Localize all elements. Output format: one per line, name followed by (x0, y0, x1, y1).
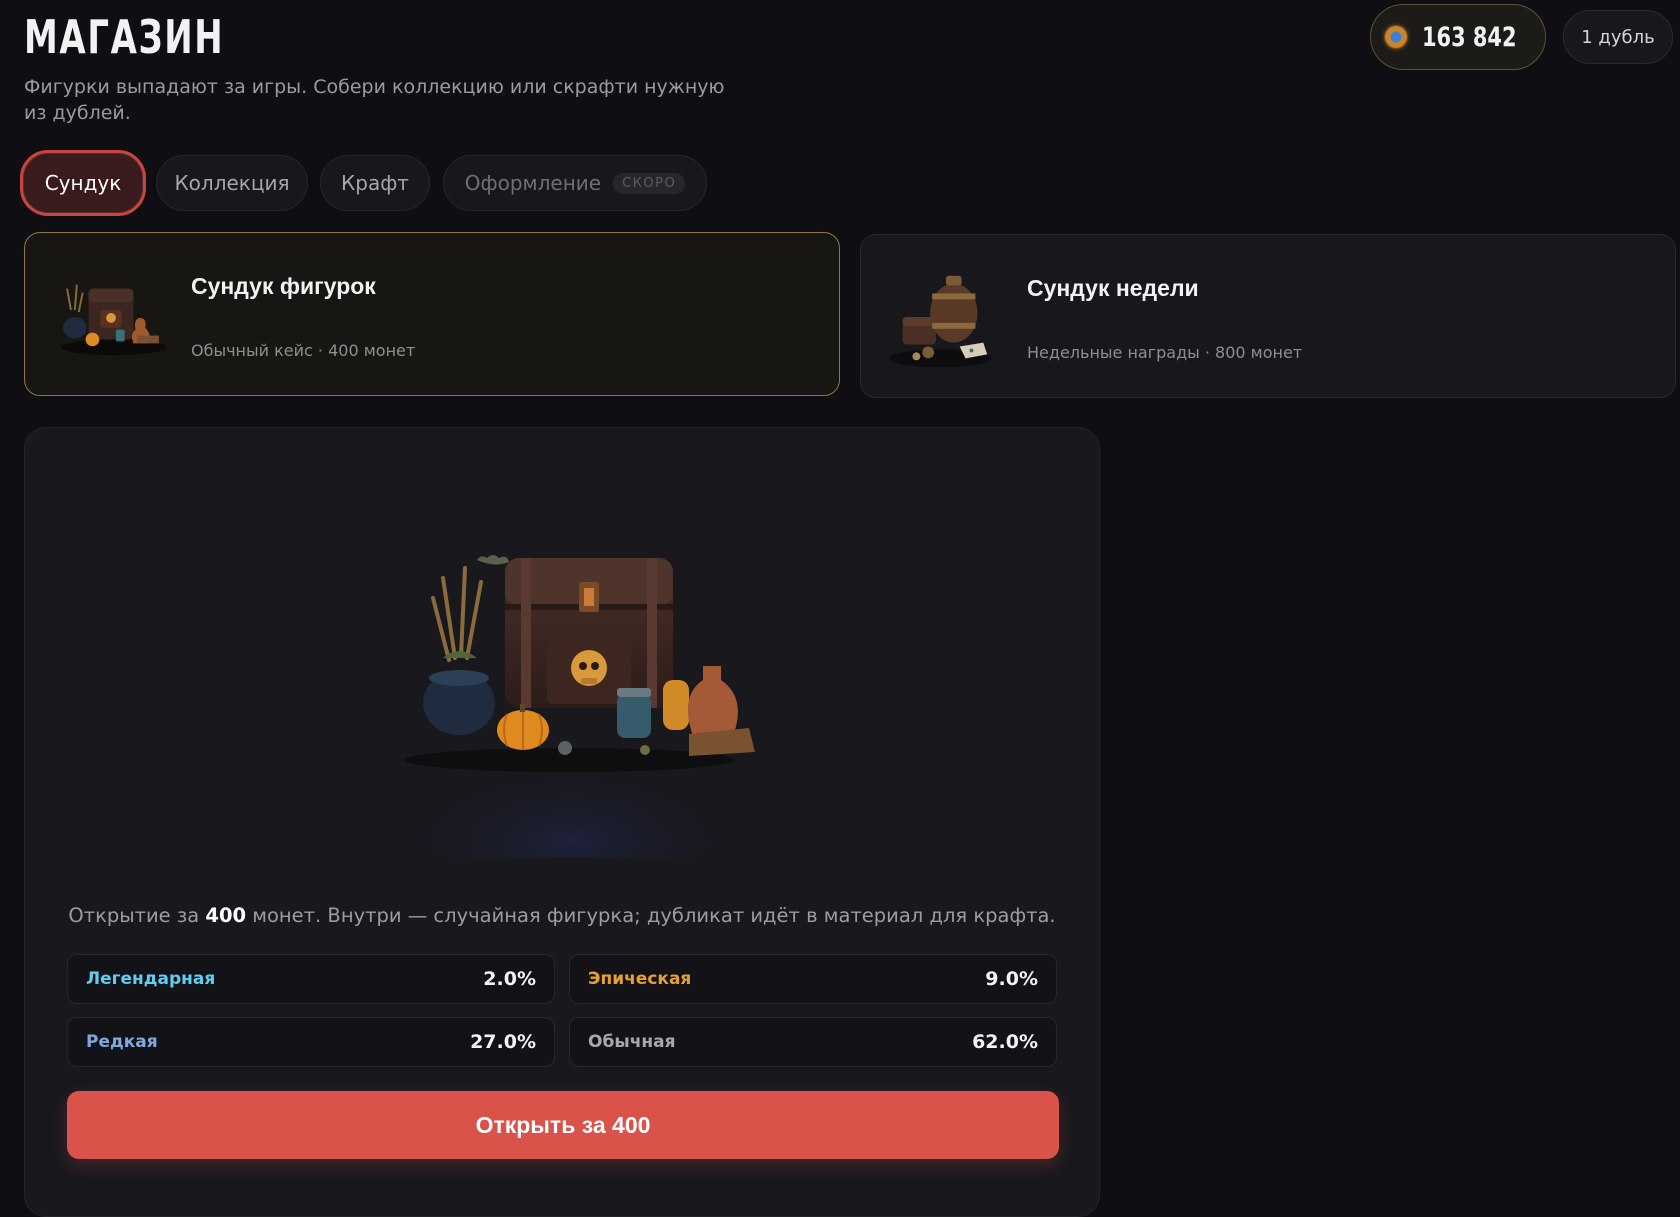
rarity-label: Обычная (588, 1032, 676, 1052)
case-name: Сундук фигурок (191, 273, 376, 299)
tab-chest[interactable]: Сундук (20, 150, 146, 216)
coin-icon (1384, 25, 1409, 49)
treasure-chest-icon (61, 284, 167, 356)
desc-price: 400 (205, 904, 247, 927)
rarity-label: Эпическая (588, 969, 692, 989)
case-meta: Недельные награды · 800 монет (1027, 343, 1303, 362)
treasure-chest-illustration (370, 555, 770, 858)
case-meta: Обычный кейс · 400 монет (191, 341, 416, 360)
page-subtitle: Фигурки выпадают за игры. Собери коллекц… (24, 76, 725, 124)
chest-description: Открытие за 400 монет. Внутри — случайна… (25, 904, 1099, 927)
tab-appearance-label: Оформление (464, 171, 602, 195)
case-name: Сундук недели (1027, 275, 1199, 301)
desc-suffix: монет. Внутри — случайная фигурка; дубли… (246, 904, 1056, 927)
coin-balance[interactable]: 163 842 (1370, 4, 1546, 70)
weekly-chest-icon (888, 275, 992, 368)
rarity-chance: 9.0% (985, 968, 1038, 990)
odds-epic: Эпическая 9.0% (569, 954, 1057, 1004)
odds-legendary: Легендарная 2.0% (67, 954, 555, 1004)
odds-common: Обычная 62.0% (569, 1017, 1057, 1067)
rarity-chance: 62.0% (972, 1031, 1038, 1053)
open-chest-button[interactable]: Открыть за 400 (67, 1091, 1059, 1159)
desc-prefix: Открытие за (68, 904, 206, 927)
coin-balance-value: 163 842 (1422, 21, 1517, 53)
case-card-figures[interactable]: Сундук фигурок Обычный кейс · 400 монет (24, 232, 840, 396)
duplicates-counter[interactable]: 1 дубль (1563, 10, 1673, 64)
odds-rare: Редкая 27.0% (67, 1017, 555, 1067)
tab-craft[interactable]: Крафт (320, 155, 430, 211)
tab-collection[interactable]: Коллекция (156, 155, 308, 211)
coming-soon-badge: СКОРО (613, 172, 686, 194)
tab-appearance[interactable]: Оформление СКОРО (443, 155, 707, 211)
case-card-weekly[interactable]: Сундук недели Недельные награды · 800 мо… (860, 234, 1676, 398)
rarity-chance: 2.0% (483, 968, 536, 990)
rarity-label: Редкая (86, 1032, 158, 1052)
chest-panel: Открытие за 400 монет. Внутри — случайна… (24, 427, 1100, 1217)
rarity-label: Легендарная (86, 969, 216, 989)
page-title: МАГАЗИН (24, 10, 225, 64)
rarity-chance: 27.0% (470, 1031, 536, 1053)
